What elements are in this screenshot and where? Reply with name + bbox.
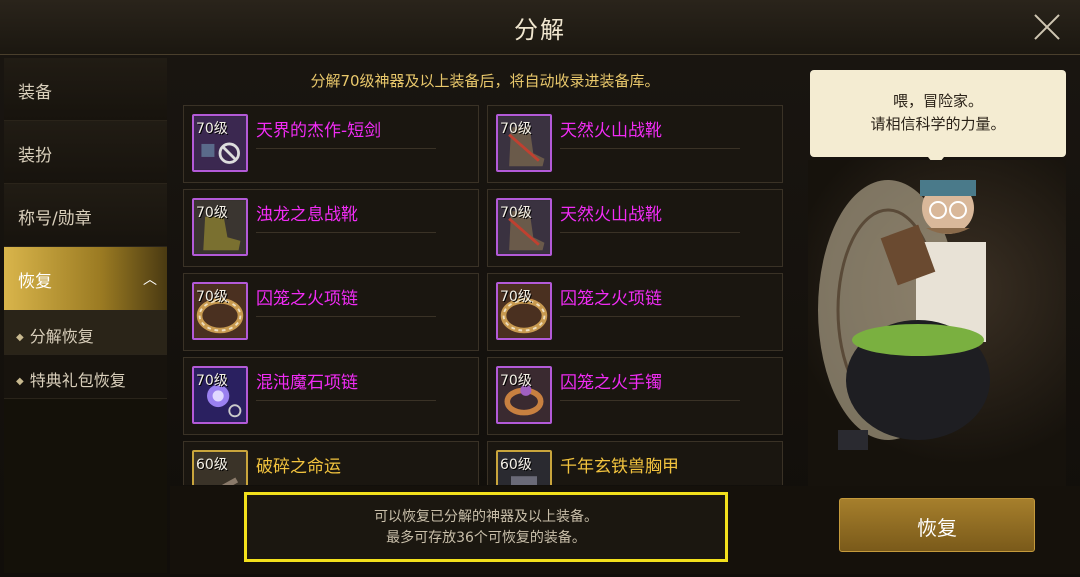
boots-item-icon: 70级: [496, 198, 552, 256]
divider: [256, 232, 436, 233]
divider: [256, 148, 436, 149]
item-card[interactable]: 70级 囚笼之火项链: [487, 273, 783, 351]
item-name: 囚笼之火手镯: [560, 373, 662, 393]
item-card[interactable]: 70级 囚笼之火手镯: [487, 357, 783, 435]
item-level: 70级: [500, 205, 532, 221]
item-level: 70级: [196, 373, 228, 389]
boots-item-icon: 70级: [192, 198, 248, 256]
item-card[interactable]: 70级 囚笼之火项链: [183, 273, 479, 351]
item-card[interactable]: 60级 破碎之命运: [183, 441, 479, 485]
window-title: 分解: [514, 16, 566, 44]
info-line: 最多可存放36个可恢复的装备。: [386, 530, 586, 546]
item-name: 天然火山战靴: [560, 121, 662, 141]
sidebar-subitem-label: 特典礼包恢复: [29, 371, 126, 390]
item-card[interactable]: 70级 混沌魔石项链: [183, 357, 479, 435]
item-level: 70级: [196, 289, 228, 305]
item-card[interactable]: 70级 天然火山战靴: [487, 105, 783, 183]
sidebar-item-costume[interactable]: 装扮: [4, 121, 167, 184]
divider: [560, 232, 740, 233]
divider: [560, 400, 740, 401]
item-name: 破碎之命运: [256, 457, 341, 477]
sidebar-subitem-gift-restore[interactable]: ◆ 特典礼包恢复: [4, 355, 167, 399]
item-name: 天界的杰作-短剑: [256, 121, 382, 141]
item-level: 70级: [500, 373, 532, 389]
armor-item-icon: 60级: [496, 450, 552, 485]
close-icon[interactable]: [1032, 12, 1062, 42]
item-level: 60级: [196, 457, 228, 473]
item-name: 浊龙之息战靴: [256, 205, 358, 225]
diamond-bullet-icon: ◆: [16, 332, 24, 343]
npc-speech-bubble: 喂，冒险家。 请相信科学的力量。: [810, 70, 1066, 167]
item-card[interactable]: 70级 天界的杰作-短剑: [183, 105, 479, 183]
restore-info-box: 可以恢复已分解的神器及以上装备。 最多可存放36个可恢复的装备。: [244, 492, 728, 562]
item-level: 70级: [196, 205, 228, 221]
necklace-item-icon: 70级: [496, 282, 552, 340]
item-level: 60级: [500, 457, 532, 473]
item-card[interactable]: 70级 浊龙之息战靴: [183, 189, 479, 267]
dagger-item-icon: 70级: [192, 114, 248, 172]
notice-text: 分解70级神器及以上装备后，将自动收录进装备库。: [310, 72, 660, 90]
sidebar-item-label: 恢复: [18, 272, 52, 292]
item-name: 囚笼之火项链: [256, 289, 358, 309]
restore-button[interactable]: 恢复: [839, 498, 1035, 552]
item-card[interactable]: 70级 天然火山战靴: [487, 189, 783, 267]
item-grid: 70级 天界的杰作-短剑 70级 天然火山战靴 70级 浊龙之息战靴 70级 天…: [183, 105, 787, 485]
item-card[interactable]: 60级 千年玄铁兽胸甲: [487, 441, 783, 485]
info-line: 可以恢复已分解的神器及以上装备。: [374, 509, 598, 525]
speech-line: 喂，冒险家。: [892, 92, 983, 110]
sidebar-item-title-medal[interactable]: 称号/勋章: [4, 184, 167, 247]
weapon-item-icon: 60级: [192, 450, 248, 485]
divider: [560, 148, 740, 149]
sidebar-subitem-label: 分解恢复: [29, 327, 94, 346]
title-bar: 分解: [0, 0, 1080, 55]
divider: [256, 316, 436, 317]
sidebar-item-label: 称号/勋章: [18, 209, 92, 229]
necklace-item-icon: 70级: [192, 282, 248, 340]
sidebar-item-restore[interactable]: 恢复 ︿: [4, 247, 167, 311]
chevron-up-icon: ︿: [143, 272, 157, 288]
sidebar-subitem-decompose-restore[interactable]: ◆ 分解恢复: [4, 311, 167, 355]
speech-line: 请相信科学的力量。: [870, 115, 1006, 133]
divider: [560, 316, 740, 317]
decompose-window: 分解 装备 装扮 称号/勋章 恢复 ︿ ◆ 分解恢复 ◆ 特典礼包恢复 分解70级神器…: [0, 0, 1080, 577]
boots-item-icon: 70级: [496, 114, 552, 172]
sidebar: 装备 装扮 称号/勋章 恢复 ︿ ◆ 分解恢复 ◆ 特典礼包恢复: [4, 58, 167, 573]
item-level: 70级: [500, 121, 532, 137]
necklace-item-icon: 70级: [192, 366, 248, 424]
bracelet-item-icon: 70级: [496, 366, 552, 424]
item-name: 囚笼之火项链: [560, 289, 662, 309]
sidebar-item-label: 装扮: [18, 146, 52, 166]
item-name: 千年玄铁兽胸甲: [560, 457, 679, 477]
item-level: 70级: [500, 289, 532, 305]
npc-portrait: [808, 160, 1066, 486]
item-name: 天然火山战靴: [560, 205, 662, 225]
item-level: 70级: [196, 121, 228, 137]
sidebar-item-label: 装备: [18, 83, 52, 103]
sidebar-item-equipment[interactable]: 装备: [4, 58, 167, 121]
diamond-bullet-icon: ◆: [16, 376, 24, 387]
divider: [256, 400, 436, 401]
item-name: 混沌魔石项链: [256, 373, 358, 393]
